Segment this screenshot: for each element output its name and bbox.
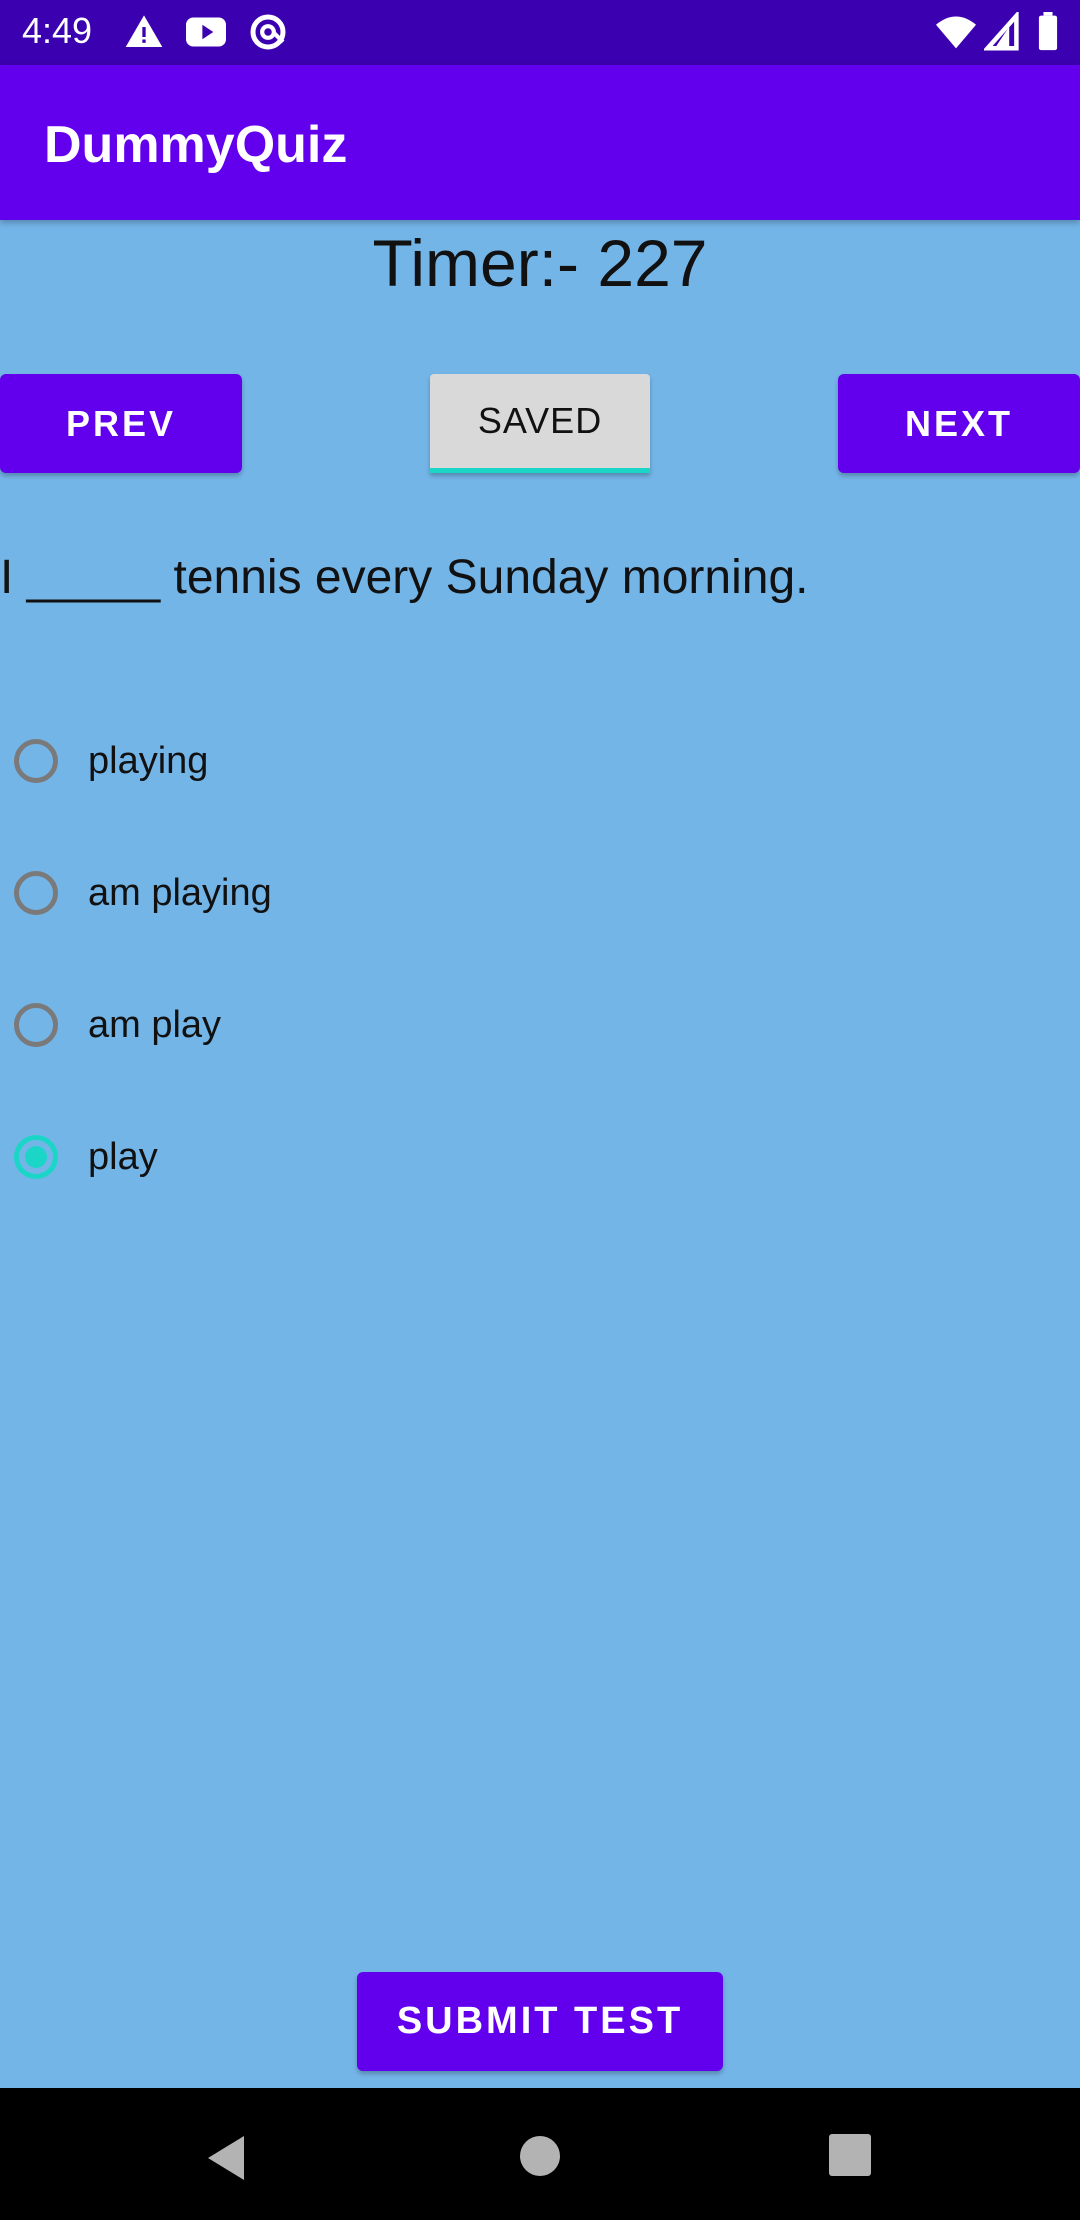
battery-icon [1038,12,1058,51]
question-text: I _____ tennis every Sunday morning. [0,551,809,604]
radio-button[interactable] [14,1003,58,1047]
saved-button[interactable]: SAVED [430,374,650,473]
option-am-playing[interactable]: am playing [14,863,272,923]
cellular-icon [984,12,1019,51]
radio-button-selected[interactable] [14,1135,58,1179]
option-play[interactable]: play [14,1127,158,1187]
app-bar: DummyQuiz [0,65,1080,220]
navigation-bar [0,2088,1080,2220]
warning-icon [125,15,163,48]
next-button[interactable]: NEXT [838,374,1080,473]
youtube-icon [186,17,226,47]
home-icon[interactable] [518,2134,562,2178]
option-am-play[interactable]: am play [14,995,221,1055]
radio-button[interactable] [14,739,58,783]
timer-label: Timer:- 227 [372,226,708,300]
status-bar: 4:49 [0,0,1080,65]
submit-test-button[interactable]: SUBMIT TEST [357,1972,723,2071]
prev-button[interactable]: PREV [0,374,242,473]
at-sign-icon [250,14,286,50]
status-time: 4:49 [22,10,93,51]
recents-icon[interactable] [829,2134,871,2176]
back-icon[interactable] [204,2134,248,2182]
option-label: playing [88,739,209,782]
radio-button[interactable] [14,871,58,915]
option-label: am play [88,1003,222,1046]
option-label: am playing [88,871,272,914]
wifi-icon [936,16,976,49]
app-title: DummyQuiz [44,116,348,174]
option-playing[interactable]: playing [14,731,208,791]
option-label: play [88,1135,158,1178]
